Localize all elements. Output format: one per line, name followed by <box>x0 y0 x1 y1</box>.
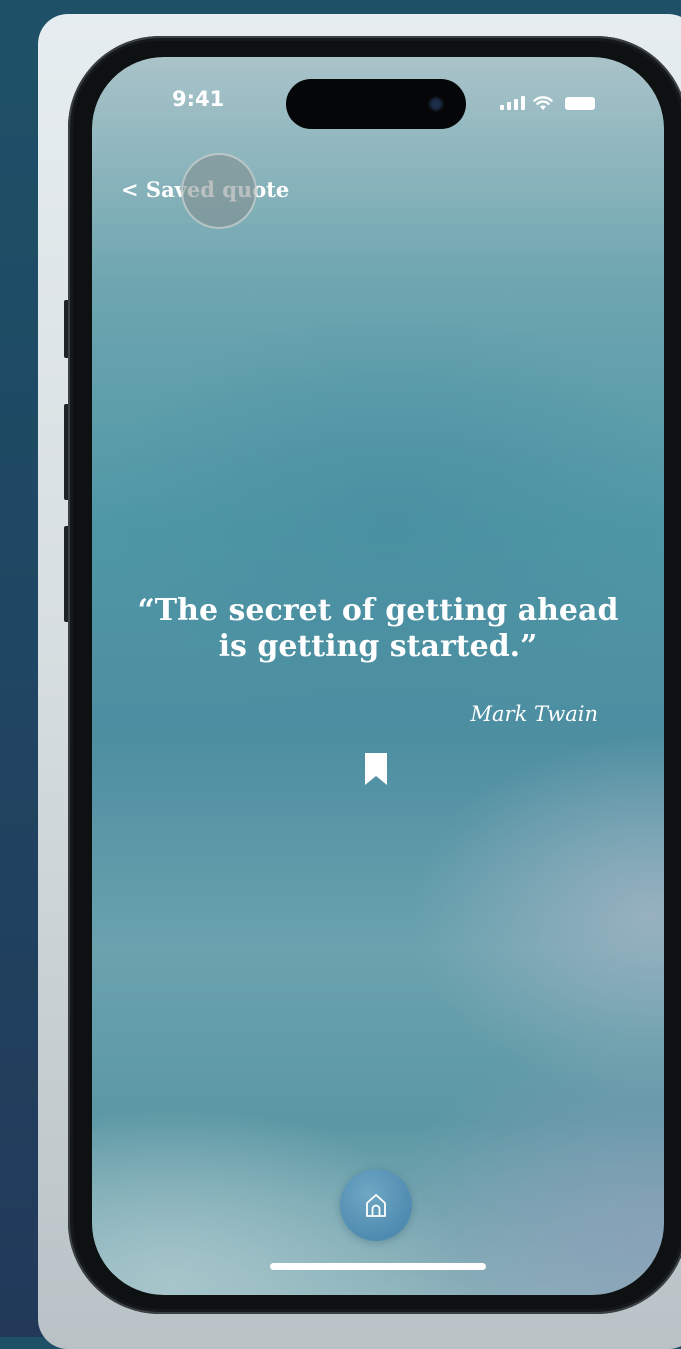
quote-text: “The secret of getting ahead is getting … <box>137 593 619 664</box>
bookmark-icon[interactable] <box>364 753 388 785</box>
status-time: 9:41 <box>172 87 225 111</box>
home-button[interactable] <box>340 1169 412 1241</box>
cellular-signal-icon <box>500 96 525 110</box>
quote-author: Mark Twain <box>470 702 598 726</box>
front-camera <box>428 96 444 112</box>
phone-screen: 9:41 < Saved quote “The secret of gettin… <box>92 57 664 1295</box>
dynamic-island <box>286 79 466 129</box>
touch-indicator <box>181 153 257 229</box>
battery-icon <box>565 96 595 110</box>
home-indicator <box>270 1263 486 1270</box>
home-icon <box>366 1194 386 1217</box>
status-icons <box>500 92 610 114</box>
wifi-icon <box>533 96 553 110</box>
